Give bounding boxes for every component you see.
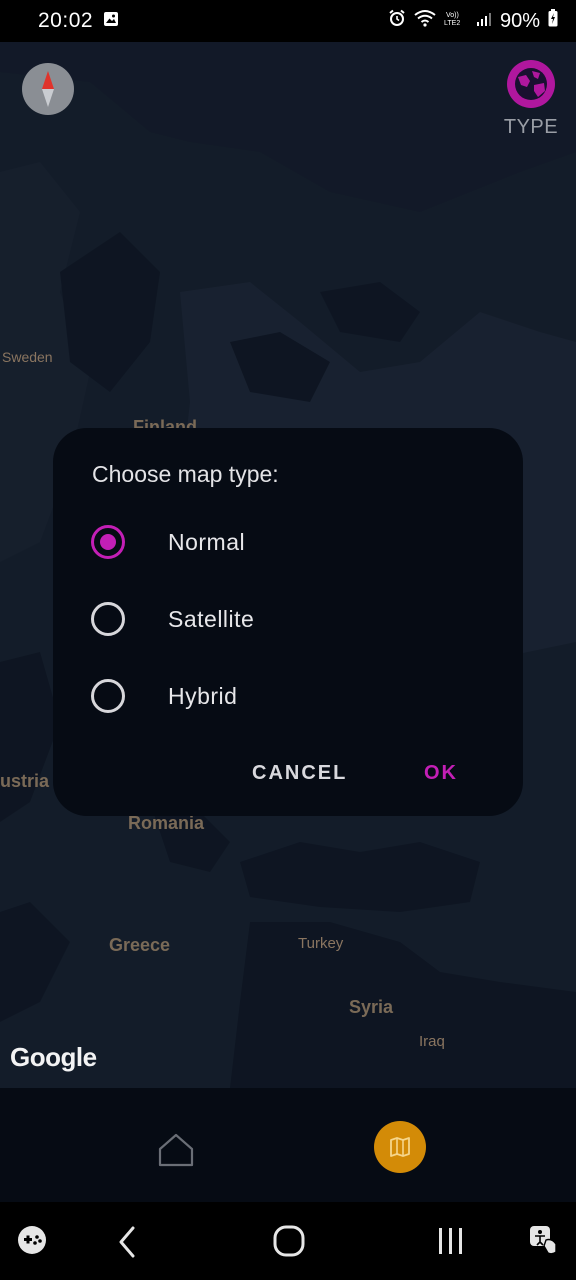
radio-normal[interactable] (91, 525, 125, 559)
cancel-button[interactable]: CANCEL (252, 762, 347, 785)
compass-icon (42, 71, 54, 107)
option-label-satellite: Satellite (168, 605, 255, 632)
map-type-dialog: Choose map type: Normal Satellite Hybrid… (53, 428, 523, 816)
game-launcher-icon (18, 1226, 46, 1254)
map-label-syria: Syria (349, 997, 394, 1017)
alarm-icon (388, 9, 406, 33)
battery-percent: 90% (499, 9, 540, 32)
option-satellite[interactable]: Satellite (91, 591, 491, 647)
game-launcher-button[interactable] (16, 1224, 48, 1261)
signal-icon (476, 10, 492, 33)
volte-icon: Vo)) LTE2 (444, 9, 468, 33)
gallery-notification-icon (103, 10, 119, 33)
radio-satellite[interactable] (91, 602, 125, 636)
map-label-greece: Greece (109, 935, 171, 955)
map-label-romania: Romania (128, 813, 205, 833)
svg-text:Vo)): Vo)) (446, 12, 459, 19)
nav-home-button[interactable] (155, 1132, 197, 1173)
map-label-turkey: Turkey (298, 935, 344, 952)
option-label-normal: Normal (168, 528, 246, 555)
accessibility-button[interactable] (528, 1224, 560, 1261)
option-label-hybrid: Hybrid (168, 682, 238, 709)
home-icon (158, 1133, 194, 1167)
recents-button[interactable] (436, 1224, 466, 1263)
option-normal[interactable]: Normal (91, 514, 491, 570)
battery-charging-icon (548, 9, 558, 33)
dialog-title: Choose map type: (92, 461, 279, 487)
map-label-iraq: Iraq (419, 1033, 445, 1050)
system-home-button[interactable] (272, 1224, 306, 1263)
status-bar: 20:02 Vo)) LTE2 90% (0, 0, 576, 42)
radio-hybrid[interactable] (91, 679, 125, 713)
wifi-icon (414, 9, 436, 33)
google-logo: Google (10, 1042, 97, 1072)
svg-text:LTE2: LTE2 (444, 20, 460, 27)
map-type-label: TYPE (503, 116, 559, 138)
back-icon (119, 1226, 135, 1258)
ok-button[interactable]: OK (424, 762, 458, 785)
accessibility-icon (530, 1226, 557, 1255)
map-label-sweden: Sweden (2, 349, 53, 365)
status-time: 20:02 (38, 9, 94, 32)
system-navigation-bar (0, 1202, 576, 1280)
map-type-button[interactable]: TYPE (500, 60, 562, 139)
nav-map-button[interactable] (374, 1121, 426, 1173)
bottom-navigation (0, 1088, 576, 1202)
option-hybrid[interactable]: Hybrid (91, 668, 491, 724)
map-label-austria: ustria (0, 771, 50, 791)
home-icon (273, 1225, 305, 1257)
compass-button[interactable] (22, 63, 74, 115)
globe-icon (507, 60, 555, 108)
recents-icon (439, 1228, 462, 1254)
back-button[interactable] (114, 1224, 142, 1265)
map-icon (390, 1137, 410, 1157)
